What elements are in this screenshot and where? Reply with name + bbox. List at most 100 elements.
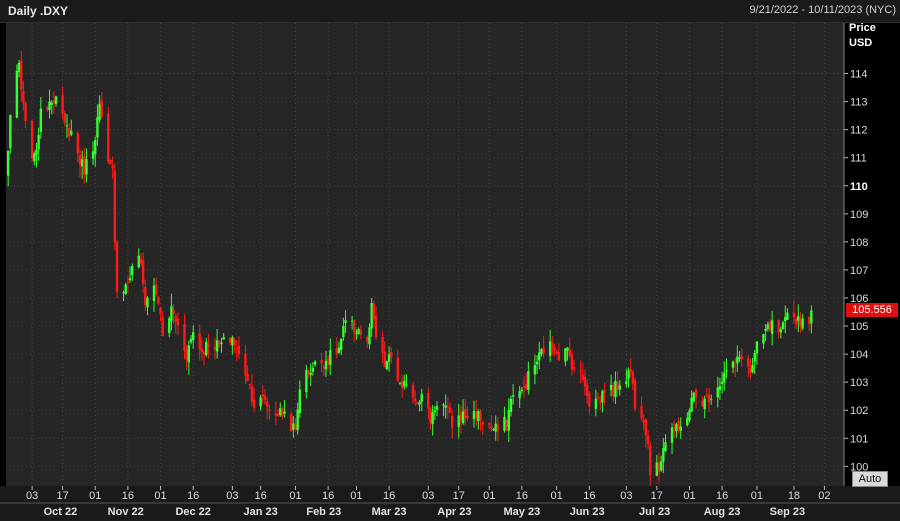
candle-body (527, 371, 530, 390)
candle-body (220, 342, 223, 345)
price-tick-label: 114 (850, 69, 868, 81)
candle-body (274, 413, 278, 416)
candle-body (747, 358, 750, 367)
candle-body (488, 423, 491, 425)
candle-body (200, 348, 204, 352)
candle-body (625, 381, 628, 384)
candle-body (766, 324, 770, 329)
candle-body (659, 461, 663, 471)
candle-body (618, 385, 622, 390)
candle-body (183, 324, 186, 351)
candle-body (326, 358, 330, 364)
candle-body (276, 414, 280, 416)
candle-body (511, 395, 515, 397)
candle-body (296, 409, 299, 431)
candle-body (128, 278, 132, 281)
candle-body (657, 462, 661, 472)
candle-body (673, 427, 676, 429)
candle-body (218, 340, 221, 345)
price-tick-label: 112 (850, 125, 868, 137)
day-tick-label: 03 (620, 490, 632, 502)
candle-body (30, 120, 34, 159)
candle-body (357, 328, 360, 335)
candle-body (70, 130, 73, 135)
candle-body (786, 312, 789, 321)
month-label: Jan 23 (244, 506, 278, 518)
candle-body (474, 411, 478, 419)
candle-body (398, 382, 402, 384)
candle-body (570, 354, 574, 370)
candle-body (370, 302, 373, 329)
candle-body (124, 284, 127, 294)
candle-body (353, 319, 356, 333)
candle-body (420, 393, 423, 403)
candle-body (259, 397, 262, 407)
candle-body (807, 316, 811, 325)
candle-body (411, 384, 415, 398)
candle-body (705, 395, 709, 397)
candle-body (490, 426, 493, 429)
candle-body (459, 412, 463, 422)
candle-body (579, 370, 582, 373)
candle-body (477, 411, 480, 422)
candle-body (431, 412, 434, 425)
candle-body (781, 322, 785, 329)
candle-body (355, 332, 358, 334)
candle-body (644, 419, 648, 436)
candle-body (801, 318, 804, 329)
candle-body (472, 411, 476, 420)
candle-body (298, 389, 302, 414)
candle-body (629, 369, 632, 372)
candle-body (751, 364, 754, 373)
candle-body (252, 399, 256, 408)
candle-body (777, 320, 780, 333)
candle-body (518, 391, 521, 399)
candle-body (80, 159, 84, 167)
candle-body (764, 329, 767, 331)
candle-body (481, 422, 484, 425)
candle-body (96, 117, 99, 138)
candle-body (479, 411, 482, 421)
candle-body (65, 125, 69, 127)
candle-body (309, 372, 312, 375)
candle-body (503, 416, 506, 431)
candle-body (307, 371, 310, 374)
candle-body (664, 442, 667, 451)
candle-body (451, 415, 454, 428)
day-tick-label: 01 (89, 490, 101, 502)
day-tick-label: 16 (716, 490, 728, 502)
candle-body (385, 361, 389, 370)
price-tick-label: 111 (850, 153, 867, 165)
candle-body (146, 297, 149, 308)
candle-body (631, 372, 635, 384)
candle-body (733, 364, 737, 366)
candle-body (614, 380, 617, 398)
candle-body (157, 296, 160, 304)
candle-body (538, 352, 541, 361)
candle-body (616, 382, 619, 391)
candle-body (553, 347, 556, 352)
candle-body (675, 424, 678, 432)
auto-scale-button[interactable]: Auto (852, 471, 888, 487)
candle-body (139, 258, 143, 264)
candle-body (400, 380, 404, 388)
candle-body (94, 140, 97, 155)
month-label: Feb 23 (306, 506, 341, 518)
day-tick-label: 01 (683, 490, 695, 502)
candle-body (509, 398, 513, 413)
candle-body (9, 115, 12, 149)
candle-body (172, 309, 175, 314)
candle-body (496, 424, 500, 431)
candle-body (383, 351, 386, 367)
candle-body (244, 353, 247, 376)
price-axis-label: Price (849, 22, 876, 34)
candle-body (368, 327, 371, 345)
candle-body (231, 337, 234, 346)
candle-body (205, 341, 208, 356)
candle-body (228, 337, 232, 343)
candle-body (213, 346, 217, 350)
candle-body (61, 95, 64, 114)
day-tick-label: 16 (516, 490, 528, 502)
candlestick-chart[interactable]: Price USD 100101102103104105106107108109… (0, 0, 900, 521)
candle-body (48, 101, 51, 111)
